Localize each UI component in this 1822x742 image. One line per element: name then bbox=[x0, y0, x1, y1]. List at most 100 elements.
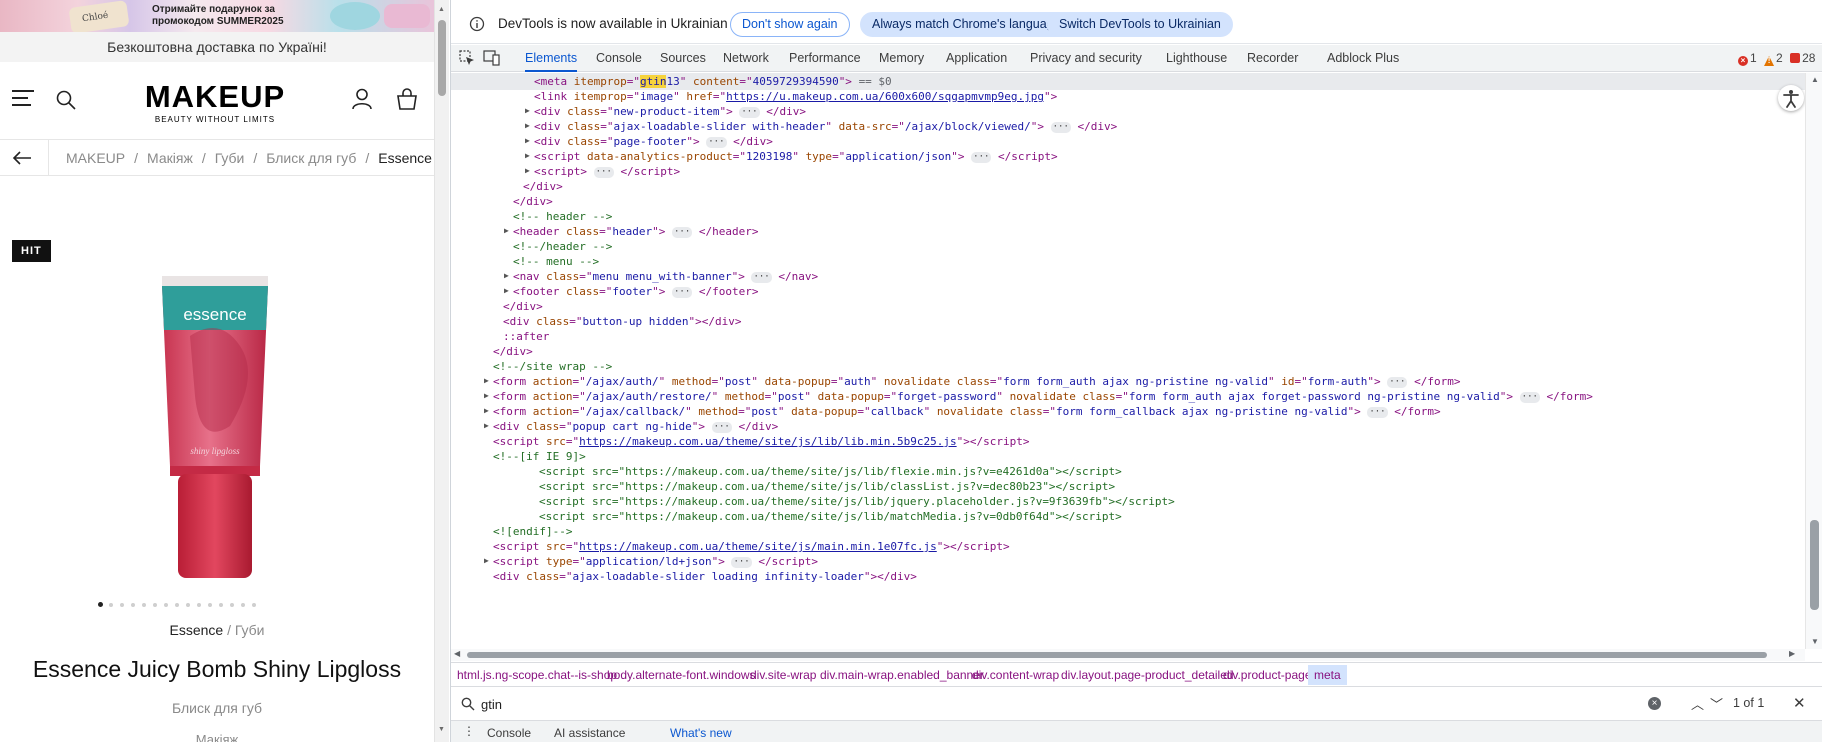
drawer-tab-ai-assistance[interactable]: AI assistance bbox=[554, 726, 625, 740]
scroll-left-icon[interactable]: ◀ bbox=[454, 649, 460, 658]
dom-breadcrumb-item[interactable]: div.site-wrap bbox=[750, 668, 816, 682]
scroll-down-icon[interactable]: ▼ bbox=[1811, 637, 1819, 646]
dom-breadcrumbs: html.js.ng-scope.chat--is-shop body.alte… bbox=[451, 662, 1822, 686]
tab-network[interactable]: Network bbox=[723, 45, 769, 72]
tab-recorder[interactable]: Recorder bbox=[1247, 45, 1298, 72]
close-search-icon[interactable]: ✕ bbox=[1793, 694, 1806, 712]
search-icon[interactable] bbox=[56, 90, 76, 110]
devtools-tabbar: Elements Console Sources Network Perform… bbox=[451, 45, 1822, 72]
warning-icon: ! bbox=[1764, 56, 1775, 66]
promo-decoration bbox=[384, 4, 430, 28]
dom-breadcrumb-item[interactable]: div.product-page bbox=[1223, 668, 1312, 682]
carousel-dot[interactable] bbox=[164, 603, 168, 607]
carousel-dot[interactable] bbox=[219, 603, 223, 607]
elements-horizontal-scrollbar[interactable]: ◀ ▶ bbox=[451, 649, 1805, 661]
product-more: Макіяж bbox=[195, 732, 239, 742]
breadcrumb-link[interactable]: Блиск для губ bbox=[266, 150, 356, 166]
breadcrumb-link[interactable]: MAKEUP bbox=[66, 150, 125, 166]
promo-product-image: Chloé bbox=[68, 0, 130, 32]
drawer-tabbar: ⋮ Console AI assistance What's new bbox=[451, 720, 1822, 742]
menu-icon[interactable] bbox=[12, 90, 34, 108]
search-icon bbox=[461, 697, 475, 711]
dom-breadcrumb-item[interactable]: html.js.ng-scope.chat--is-shop bbox=[457, 668, 617, 682]
breadcrumb-link[interactable]: Макіяж bbox=[147, 150, 193, 166]
site-logo[interactable]: MAKEUP BEAUTY WITHOUT LIMITS bbox=[130, 80, 300, 125]
inspect-element-icon[interactable] bbox=[459, 50, 475, 66]
carousel-dot[interactable] bbox=[153, 603, 157, 607]
back-arrow-icon[interactable] bbox=[12, 150, 32, 166]
scroll-right-icon[interactable]: ▶ bbox=[1789, 649, 1795, 658]
warning-count: ! 2 bbox=[1764, 51, 1783, 66]
dom-node[interactable]: <div class="ajax-loadable-slider loading… bbox=[493, 568, 917, 585]
scrollbar-thumb[interactable] bbox=[438, 20, 446, 96]
carousel-dot[interactable] bbox=[186, 603, 190, 607]
tab-application[interactable]: Application bbox=[946, 45, 1007, 72]
carousel-dot[interactable] bbox=[175, 603, 179, 607]
tab-privacy-security[interactable]: Privacy and security bbox=[1030, 45, 1142, 72]
dom-breadcrumb-item[interactable]: div.layout.page-product_detailed bbox=[1061, 668, 1234, 682]
account-icon[interactable] bbox=[352, 88, 372, 110]
carousel-dot[interactable] bbox=[109, 603, 113, 607]
carousel-dot[interactable] bbox=[241, 603, 245, 607]
free-shipping-bar: Безкоштовна доставка по Україні! bbox=[0, 32, 434, 62]
drawer-menu-icon[interactable]: ⋮ bbox=[463, 724, 475, 738]
dont-show-again-button[interactable]: Don't show again bbox=[730, 12, 850, 37]
divider bbox=[48, 140, 49, 175]
tab-elements[interactable]: Elements bbox=[525, 45, 578, 72]
product-subtitle: Блиск для губ bbox=[171, 700, 263, 716]
carousel-dot[interactable] bbox=[252, 603, 256, 607]
dom-breadcrumb-item[interactable]: div.main-wrap.enabled_banner bbox=[820, 668, 984, 682]
tab-console[interactable]: Console bbox=[596, 45, 642, 72]
breadcrumb-current: Essence bbox=[378, 150, 432, 166]
tab-lighthouse[interactable]: Lighthouse bbox=[1166, 45, 1227, 72]
language-infobar: DevTools is now available in Ukrainian D… bbox=[451, 4, 1822, 44]
issue-counters[interactable]: × 1 ! 2 28 bbox=[1734, 51, 1815, 66]
scroll-up-icon[interactable]: ▲ bbox=[1811, 75, 1819, 84]
carousel-dot[interactable] bbox=[142, 603, 146, 607]
carousel-dot[interactable] bbox=[208, 603, 212, 607]
tab-performance[interactable]: Performance bbox=[789, 45, 861, 72]
accessibility-icon[interactable] bbox=[1778, 85, 1804, 111]
website-scrollbar[interactable]: ▲ ▼ bbox=[434, 0, 449, 742]
carousel-dot[interactable] bbox=[98, 602, 103, 607]
tube-brand: essence bbox=[183, 305, 246, 324]
device-toolbar-icon[interactable] bbox=[483, 50, 501, 66]
tab-adblock-plus[interactable]: Adblock Plus bbox=[1327, 45, 1399, 72]
product-brand-line: Essence / Губи bbox=[169, 622, 265, 638]
carousel-dot[interactable] bbox=[197, 603, 201, 607]
dom-node[interactable]: ▶ <footer class="footer"> ··· </footer> bbox=[504, 283, 759, 300]
tab-memory[interactable]: Memory bbox=[879, 45, 924, 72]
dom-breadcrumb-current[interactable]: meta bbox=[1308, 665, 1347, 685]
issues-icon bbox=[1790, 53, 1801, 63]
clear-search-icon[interactable]: × bbox=[1648, 697, 1661, 710]
switch-to-ukrainian-button[interactable]: Switch DevTools to Ukrainian bbox=[1047, 12, 1233, 37]
search-input[interactable] bbox=[481, 695, 1481, 713]
category-link[interactable]: Губи bbox=[235, 622, 265, 638]
dom-breadcrumb-item[interactable]: div.content-wrap bbox=[972, 668, 1059, 682]
promo-banner[interactable]: Chloé Отримайте подарунок за промокодом … bbox=[0, 0, 434, 32]
elements-tree[interactable]: ··· <meta itemprop="gtin13" content="405… bbox=[451, 73, 1805, 649]
hit-badge: HIT bbox=[12, 240, 51, 262]
scrollbar-thumb[interactable] bbox=[467, 652, 1767, 658]
drawer-tab-console[interactable]: Console bbox=[487, 726, 531, 740]
scroll-down-icon[interactable]: ▼ bbox=[438, 726, 445, 733]
scroll-up-icon[interactable]: ▲ bbox=[438, 6, 445, 13]
tab-sources[interactable]: Sources bbox=[660, 45, 706, 72]
promo-text: Отримайте подарунок за промокодом SUMMER… bbox=[152, 4, 284, 27]
brand-link[interactable]: Essence bbox=[169, 622, 223, 638]
product-image[interactable]: essence shiny lipgloss bbox=[160, 276, 270, 580]
carousel-dot[interactable] bbox=[120, 603, 124, 607]
carousel-dot[interactable] bbox=[131, 603, 135, 607]
next-match-icon[interactable]: ﹀ bbox=[1710, 694, 1723, 713]
cart-icon[interactable] bbox=[396, 88, 418, 110]
scrollbar-thumb[interactable] bbox=[1810, 520, 1819, 610]
dom-breadcrumb-item[interactable]: body.alternate-font.windows bbox=[607, 668, 756, 682]
elements-vertical-scrollbar[interactable]: ▲ ▼ bbox=[1805, 73, 1822, 649]
carousel-dot[interactable] bbox=[230, 603, 234, 607]
breadcrumb-link[interactable]: Губи bbox=[215, 150, 245, 166]
tube-label: shiny lipgloss bbox=[190, 446, 240, 456]
dom-comment[interactable]: <script src="https://makeup.com.ua/theme… bbox=[539, 508, 1122, 525]
always-match-language-button[interactable]: Always match Chrome's language bbox=[860, 12, 1073, 37]
drawer-tab-whats-new[interactable]: What's new bbox=[670, 726, 732, 740]
previous-match-icon[interactable]: ︿ bbox=[1691, 694, 1704, 713]
